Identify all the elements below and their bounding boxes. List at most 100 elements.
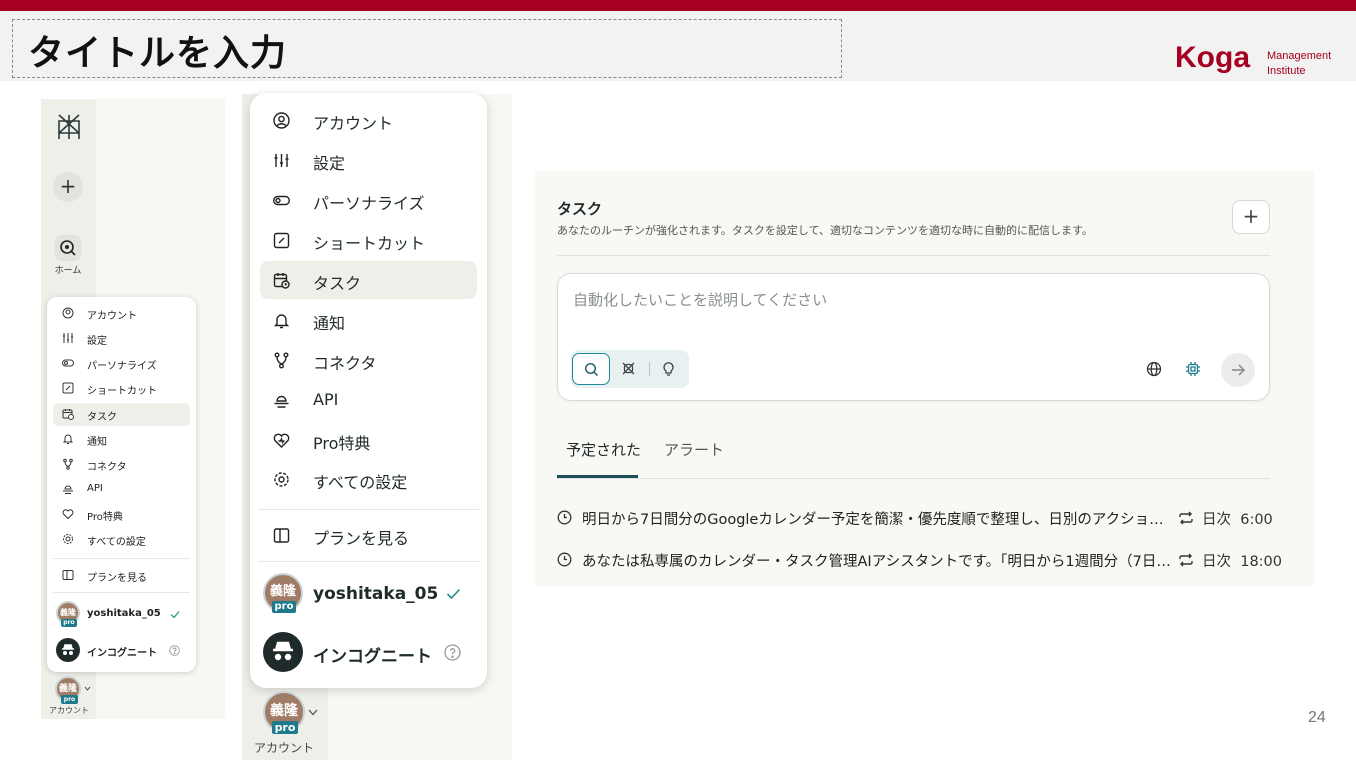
search-mode-button[interactable] [572, 353, 610, 385]
menu-user-small[interactable]: 義隆 pro yoshitaka_05 [53, 601, 190, 627]
menu-item-shortcut[interactable]: ショートカット [260, 221, 477, 259]
slide-title: タイトルを入力 [28, 33, 288, 74]
repeat-icon [1179, 553, 1193, 567]
task-text: 明日から7日間分のGoogleカレンダー予定を簡潔・優先度順で整理し、日別のアク… [582, 512, 1172, 528]
large-account-menu: アカウント 設定 パーソナライズ ショートカット タスク 通知 コネクタ API… [250, 93, 487, 688]
sidebar-avatar-small[interactable]: 義隆 pro [55, 676, 81, 704]
check-icon [446, 588, 461, 600]
menu-item-label: Pro特典 [313, 434, 371, 453]
divider [557, 255, 1270, 256]
gear-icon [274, 472, 289, 487]
new-thread-button[interactable]: + [53, 172, 83, 202]
menu-item-api[interactable]: API [260, 381, 477, 419]
avatar-text: 義隆 [270, 703, 298, 719]
menu-item-notify[interactable]: 通知 [260, 301, 477, 339]
menu-item-all-settings-small[interactable]: すべての設定 [53, 528, 190, 551]
help-icon[interactable] [169, 645, 180, 656]
menu-item-connector-small[interactable]: コネクタ [53, 453, 190, 476]
heart-badge-icon [62, 509, 74, 520]
user-name: yoshitaka_05 [87, 608, 161, 619]
menu-user[interactable]: 義隆 pro yoshitaka_05 [260, 573, 477, 617]
avatar: 義隆 pro [263, 573, 303, 613]
chip-icon[interactable] [1185, 361, 1201, 377]
arrow-right-icon [1232, 364, 1246, 376]
menu-item-settings[interactable]: 設定 [260, 141, 477, 179]
add-task-button[interactable]: + [1232, 200, 1270, 234]
research-mode-button[interactable] [610, 353, 648, 385]
menu-item-all-settings[interactable]: すべての設定 [260, 460, 477, 498]
menu-item-shortcut-small[interactable]: ショートカット [53, 377, 190, 400]
menu-divider [258, 561, 479, 562]
menu-item-plans-small[interactable]: プランを見る [53, 564, 190, 587]
menu-item-label: タスク [87, 412, 117, 423]
menu-item-label: すべての設定 [313, 473, 408, 492]
tab-scheduled[interactable]: 予定された [566, 439, 641, 460]
brand-subtitle-line2: Institute [1267, 65, 1306, 77]
home-label: ホーム [54, 266, 82, 276]
menu-item-settings-small[interactable]: 設定 [53, 327, 190, 350]
task-description: あなたのルーチンが強化されます。タスクを設定して、適切なコンテンツを適切な時に自… [557, 224, 1093, 237]
account-label: アカウント [253, 741, 314, 755]
search-icon [584, 362, 598, 376]
chevron-down-icon[interactable] [308, 709, 318, 716]
menu-item-notify-small[interactable]: 通知 [53, 428, 190, 451]
tab-alerts[interactable]: アラート [664, 439, 724, 460]
submit-button[interactable] [1221, 353, 1255, 387]
account-circle-icon [62, 307, 74, 319]
menu-item-task[interactable]: タスク [260, 261, 477, 299]
menu-incognito[interactable]: インコグニート [260, 632, 477, 676]
menu-item-account-small[interactable]: アカウント [53, 302, 190, 325]
menu-item-label: 通知 [87, 437, 107, 448]
repeat-icon [1179, 511, 1193, 525]
task-row[interactable]: 明日から7日間分のGoogleカレンダー予定を簡潔・優先度順で整理し、日別のアク… [557, 507, 1273, 529]
menu-divider [53, 592, 190, 593]
brand-logo: Koga [1175, 41, 1250, 74]
menu-item-personalize-small[interactable]: パーソナライズ [53, 352, 190, 375]
task-schedule: 日次 6:00 [1202, 508, 1273, 529]
task-schedule: 日次 18:00 [1202, 550, 1282, 571]
task-time: 6:00 [1240, 512, 1273, 528]
brand-subtitle-line1: Management [1267, 50, 1332, 62]
menu-item-account[interactable]: アカウント [260, 101, 477, 139]
menu-item-label: ショートカット [313, 234, 426, 253]
incognito-label: インコグニート [87, 648, 157, 659]
task-title: タスク [557, 200, 603, 218]
connector-icon [274, 352, 289, 369]
incognito-icon [56, 638, 80, 662]
menu-item-plans[interactable]: プランを見る [260, 516, 477, 554]
sliders-icon [274, 154, 289, 167]
task-frequency: 日次 [1202, 512, 1231, 528]
toggle-icon [273, 195, 290, 206]
menu-item-api-small[interactable]: API [53, 478, 190, 501]
incognito-icon [263, 632, 303, 672]
avatar-text: 義隆 [60, 608, 76, 617]
pro-badge: pro [61, 619, 77, 627]
task-row[interactable]: あなたは私専属のカレンダー・タスク管理AIアシスタントです。「明日から1週間分（… [557, 549, 1282, 571]
globe-icon[interactable] [1146, 361, 1162, 377]
menu-item-task-small[interactable]: タスク [53, 403, 190, 426]
menu-incognito-small[interactable]: インコグニート [53, 638, 190, 664]
menu-item-label: API [313, 390, 339, 409]
home-button[interactable] [55, 235, 81, 261]
menu-item-personalize[interactable]: パーソナライズ [260, 181, 477, 219]
lab-icon [622, 362, 635, 375]
menu-item-pro-small[interactable]: Pro特典 [53, 503, 190, 526]
help-icon[interactable] [444, 644, 461, 661]
menu-item-label: 通知 [313, 314, 346, 333]
pro-badge: pro [272, 721, 298, 734]
brand-subtitle: Management Institute [1267, 49, 1331, 79]
menu-divider [258, 509, 479, 510]
menu-item-connector[interactable]: コネクタ [260, 341, 477, 379]
menu-item-label: プランを見る [87, 573, 147, 584]
avatar: 義隆 pro [56, 601, 80, 627]
menu-item-label: パーソナライズ [87, 361, 157, 372]
labs-mode-button[interactable] [650, 353, 688, 385]
incognito-label: インコグニート [313, 647, 432, 667]
clock-icon [557, 510, 572, 525]
pro-badge: pro [61, 695, 78, 704]
chevron-down-icon[interactable] [84, 686, 91, 691]
account-circle-icon [273, 112, 290, 129]
menu-item-label: API [87, 483, 103, 494]
sidebar-avatar-large[interactable]: 義隆 pro [263, 691, 305, 734]
menu-item-pro[interactable]: Pro特典 [260, 421, 477, 459]
